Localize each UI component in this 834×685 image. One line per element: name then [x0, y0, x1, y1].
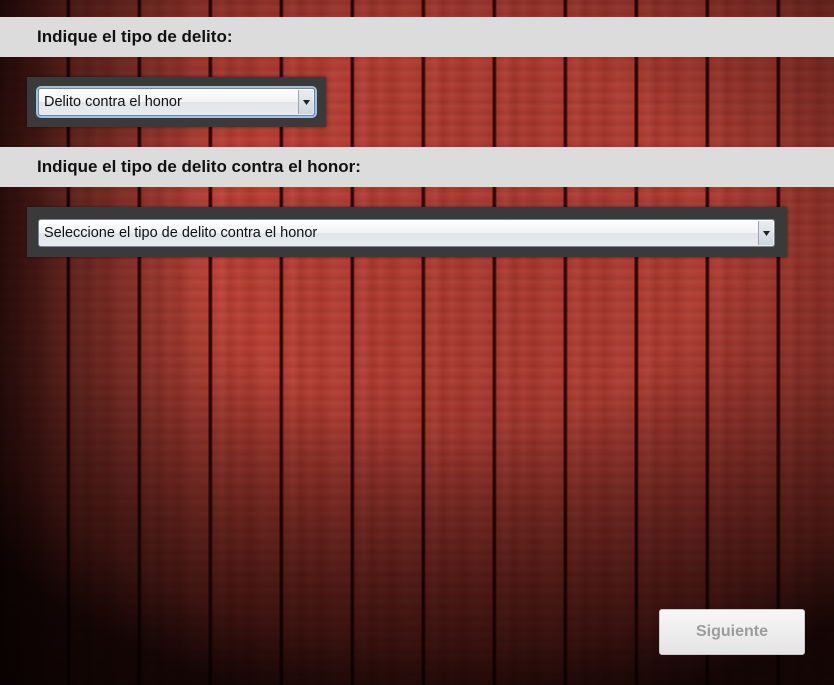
honor-crime-type-label-bar: Indique el tipo de delito contra el hono…: [0, 147, 834, 187]
crime-type-label-bar: Indique el tipo de delito:: [0, 17, 834, 57]
next-button[interactable]: Siguiente: [659, 609, 805, 655]
honor-crime-type-select[interactable]: Seleccione el tipo de delito contra el h…: [38, 219, 775, 247]
chevron-down-icon[interactable]: [758, 221, 773, 245]
honor-crime-type-select-value: Seleccione el tipo de delito contra el h…: [44, 225, 318, 241]
honor-crime-type-label: Indique el tipo de delito contra el hono…: [37, 157, 361, 176]
crime-type-select-panel: Delito contra el honor: [27, 77, 326, 127]
chevron-down-icon[interactable]: [298, 90, 313, 114]
honor-crime-type-select-panel: Seleccione el tipo de delito contra el h…: [27, 207, 787, 257]
crime-type-label: Indique el tipo de delito:: [37, 27, 233, 46]
crime-type-select[interactable]: Delito contra el honor: [38, 88, 315, 116]
crime-type-select-value: Delito contra el honor: [44, 94, 182, 110]
